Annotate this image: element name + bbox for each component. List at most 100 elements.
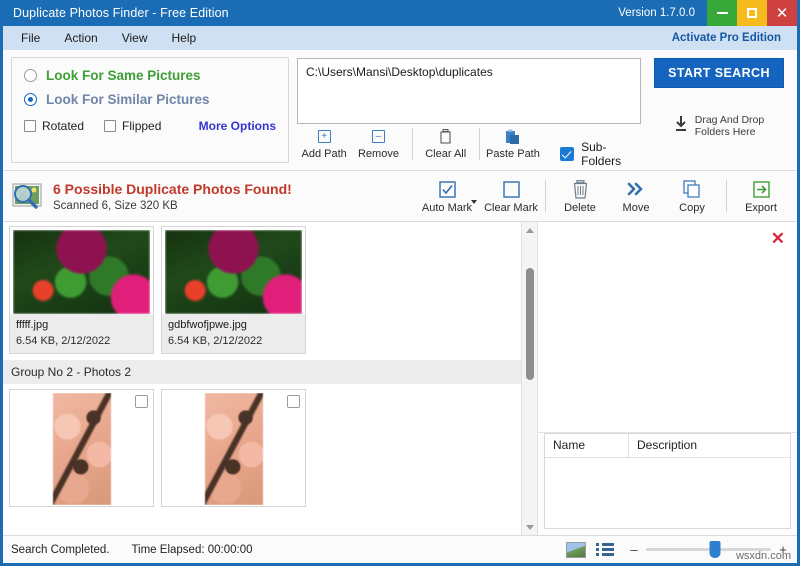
auto-mark-dropdown-icon[interactable] <box>471 200 477 204</box>
start-search-button[interactable]: START SEARCH <box>654 58 784 88</box>
path-column: C:\Users\Mansi\Desktop\duplicates + Add … <box>297 57 641 170</box>
results-divider-1 <box>545 180 546 212</box>
group-2 <box>3 389 521 507</box>
scroll-down-button[interactable] <box>522 519 537 535</box>
menu-help[interactable]: Help <box>160 28 209 48</box>
radio-similar-indicator <box>24 93 37 106</box>
checkbox-rotated-label: Rotated <box>42 119 85 133</box>
menu-bar: File Action View Help Activate Pro Editi… <box>3 26 797 50</box>
photo-filename: fffff.jpg <box>16 319 49 331</box>
chevron-up-icon <box>525 227 534 233</box>
flower-image <box>165 230 302 314</box>
results-subtitle: Scanned 6, Size 320 KB <box>53 199 178 212</box>
blossom-image <box>52 393 111 505</box>
activate-pro-link[interactable]: Activate Pro Edition <box>672 32 791 44</box>
minus-square-icon: – <box>371 128 385 145</box>
column-header-name[interactable]: Name <box>545 434 629 457</box>
list-line <box>596 548 614 551</box>
radio-look-same[interactable]: Look For Same Pictures <box>24 68 276 83</box>
photo-select-checkbox[interactable] <box>135 395 148 408</box>
zoom-slider-handle[interactable] <box>709 541 721 558</box>
version-label: Version 1.7.0.0 <box>618 7 695 19</box>
properties-table-header: Name Description <box>545 434 790 458</box>
remove-path-label: Remove <box>357 148 399 160</box>
photo-card[interactable]: gdbfwofjpwe.jpg 6.54 KB, 2/12/2022 <box>161 226 306 354</box>
properties-table-body <box>545 458 790 528</box>
thumbnail-row: fffff.jpg 6.54 KB, 2/12/2022 gdbfwofjpwe… <box>9 226 515 354</box>
remove-path-button[interactable]: – Remove <box>351 128 405 160</box>
empty-box-icon <box>502 178 520 200</box>
more-options-link[interactable]: More Options <box>199 119 276 133</box>
main-content: fffff.jpg 6.54 KB, 2/12/2022 gdbfwofjpwe… <box>3 222 797 535</box>
drag-drop-line2: Folders Here <box>694 126 756 138</box>
delete-button[interactable]: Delete <box>552 178 608 214</box>
photo-thumbnail <box>13 230 150 314</box>
application-window: Duplicate Photos Finder - Free Edition V… <box>0 0 800 566</box>
checkbox-flipped-label: Flipped <box>122 119 162 133</box>
chevron-down-icon <box>525 524 534 530</box>
flower-image <box>13 230 150 314</box>
photo-size-date: 6.54 KB, 2/12/2022 <box>168 335 263 347</box>
scroll-up-button[interactable] <box>522 222 537 238</box>
clear-all-label: Clear All <box>425 148 467 160</box>
results-divider-2 <box>726 180 727 212</box>
list-view-icon[interactable] <box>596 543 614 556</box>
clear-mark-label: Clear Mark <box>484 202 538 214</box>
scrollbar-thumb[interactable] <box>526 268 534 380</box>
minimize-button[interactable] <box>707 0 737 26</box>
copy-button[interactable]: Copy <box>664 178 720 214</box>
group-2-header: Group No 2 - Photos 2 <box>3 360 521 384</box>
checkbox-flipped[interactable] <box>104 120 117 132</box>
auto-mark-button[interactable]: Auto Mark <box>419 178 475 214</box>
watermark: wsxdn.com <box>735 550 791 562</box>
drag-drop-zone[interactable]: Drag And Drop Folders Here <box>674 114 764 138</box>
radio-same-indicator <box>24 69 37 82</box>
photo-thumbnail <box>165 393 302 505</box>
maximize-button[interactable] <box>737 0 767 26</box>
add-path-button[interactable]: + Add Path <box>297 128 351 160</box>
photo-select-checkbox[interactable] <box>287 395 300 408</box>
status-message: Search Completed. <box>11 543 110 556</box>
export-label: Export <box>745 202 777 214</box>
photo-card[interactable] <box>161 389 306 507</box>
photo-card[interactable]: fffff.jpg 6.54 KB, 2/12/2022 <box>9 226 154 354</box>
search-setup-panel: Look For Same Pictures Look For Similar … <box>3 50 797 170</box>
subfolders-checkbox[interactable]: Sub-Folders <box>560 128 641 168</box>
clear-all-button[interactable]: Clear All <box>419 128 473 160</box>
results-scrollbar[interactable] <box>521 222 537 535</box>
paste-path-button[interactable]: Paste Path <box>486 128 540 160</box>
path-input[interactable]: C:\Users\Mansi\Desktop\duplicates <box>297 58 641 124</box>
properties-table: Name Description <box>544 433 791 529</box>
export-button[interactable]: Export <box>733 178 789 214</box>
results-title: 6 Possible Duplicate Photos Found! <box>53 180 292 197</box>
photo-thumbnail <box>165 230 302 314</box>
export-arrow-icon <box>752 178 770 200</box>
copy-label: Copy <box>679 202 705 214</box>
move-button[interactable]: Move <box>608 178 664 214</box>
close-button[interactable]: ✕ <box>767 0 797 26</box>
subfolders-label: Sub-Folders <box>581 140 622 168</box>
window-title: Duplicate Photos Finder - Free Edition <box>13 6 229 20</box>
preview-pane: ✕ Name Description <box>537 222 797 535</box>
results-toolbar: Auto Mark Clear Mark Delete Move Copy Ex… <box>419 178 789 214</box>
move-label: Move <box>622 202 650 214</box>
thumbnail-view-icon[interactable] <box>566 541 586 558</box>
copy-icon <box>683 178 701 200</box>
photo-card[interactable] <box>9 389 154 507</box>
auto-mark-label: Auto Mark <box>421 202 473 214</box>
radio-look-similar[interactable]: Look For Similar Pictures <box>24 92 276 107</box>
radio-similar-label: Look For Similar Pictures <box>46 92 210 107</box>
menu-action[interactable]: Action <box>52 28 109 48</box>
clear-mark-button[interactable]: Clear Mark <box>483 178 539 214</box>
zoom-out-button[interactable]: – <box>628 542 640 557</box>
checkbox-rotated[interactable] <box>24 120 36 132</box>
column-header-description[interactable]: Description <box>629 434 790 457</box>
close-preview-button[interactable]: ✕ <box>771 230 785 247</box>
trash-icon <box>439 128 452 145</box>
maximize-icon <box>747 8 757 18</box>
list-line <box>596 543 614 546</box>
status-bar: Search Completed. Time Elapsed: 00:00:00… <box>3 535 797 563</box>
menu-file[interactable]: File <box>9 28 52 48</box>
menu-view[interactable]: View <box>110 28 160 48</box>
time-elapsed: Time Elapsed: 00:00:00 <box>131 543 253 556</box>
